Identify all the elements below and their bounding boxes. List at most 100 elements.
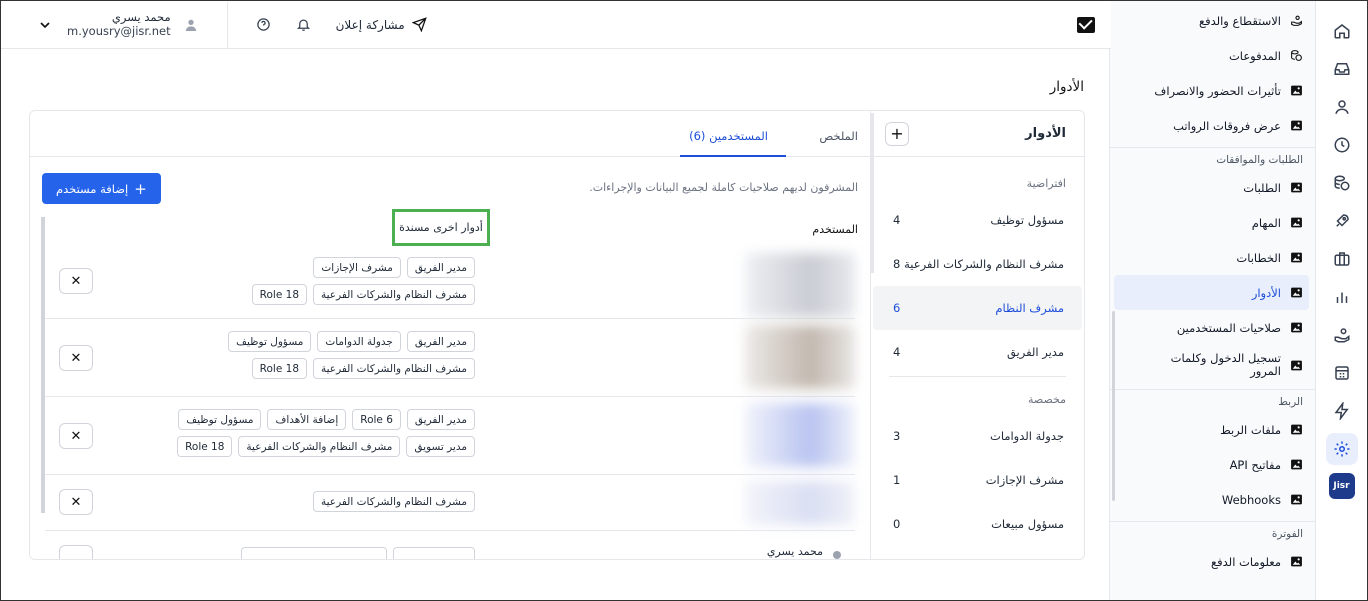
role-item-selected[interactable]: مشرف النظام 6 (873, 286, 1082, 330)
user-name: محمد يسري (766, 545, 823, 558)
user-info: محمد يسري m.yousry@jisr.net (67, 10, 171, 39)
app-logo-icon[interactable] (1077, 17, 1095, 33)
bell-icon[interactable] (296, 17, 312, 33)
role-tag: مشرف النظام والشركات الفرعية (313, 358, 475, 379)
add-role-button[interactable]: + (885, 121, 909, 146)
sidebar-item-api-keys[interactable]: مفاتيح API (1110, 447, 1315, 482)
role-name: مشرف النظام (995, 301, 1064, 315)
tab-summary[interactable]: الملخص (819, 129, 858, 143)
send-icon (411, 17, 427, 33)
sidebar-scrollbar[interactable] (1112, 311, 1115, 501)
briefcase-icon[interactable] (1326, 243, 1358, 275)
role-name: مسؤول توظيف (990, 213, 1064, 227)
role-tag: Role 18 (251, 284, 307, 305)
sidebar-item-roles[interactable]: الأدوار (1114, 275, 1309, 310)
hand-coins-icon[interactable] (1326, 319, 1358, 351)
role-item[interactable]: مشرف الإجازات 1 (873, 458, 1082, 502)
remove-user-button[interactable]: ✕ (59, 345, 93, 371)
lightning-icon[interactable] (1326, 395, 1358, 427)
assigned-roles: مدير الفريق مشرف الإجازات مشرف النظام وا… (155, 257, 475, 305)
assigned-roles: مشرف النظام والشركات الفرعية (155, 491, 475, 512)
sidebar-item-payroll-diffs[interactable]: عرض فروقات الرواتب (1110, 108, 1315, 143)
sidebar-item-requests[interactable]: الطلبات (1110, 170, 1315, 205)
tab-users[interactable]: المستخدمين (6) (689, 129, 768, 143)
image-icon (1289, 251, 1303, 265)
role-tag: Role 18 (251, 358, 307, 379)
role-item[interactable]: مسؤول مبيعات 0 (873, 502, 1082, 546)
role-tag: مشرف النظام والشركات الفرعية (238, 436, 401, 457)
user-icon[interactable] (1326, 91, 1358, 123)
role-item[interactable]: جدولة الدوامات 3 (873, 414, 1082, 458)
remove-user-button[interactable]: ✕ (59, 489, 93, 515)
active-tab-indicator (680, 155, 786, 157)
help-icon[interactable] (256, 17, 272, 33)
role-tag: مشرف النظام والشركات الفرعية (313, 491, 475, 512)
role-tag: مدير الفريق (406, 257, 475, 278)
hand-coins-icon (1289, 14, 1303, 28)
avatar (833, 551, 841, 559)
role-tag: مدير تسويق (406, 436, 475, 457)
role-item[interactable]: مدير الفريق 4 (873, 330, 1082, 374)
clock-icon[interactable] (1326, 129, 1358, 161)
header-divider (226, 2, 228, 48)
user-email: m.yousry@jisr.net (67, 24, 171, 38)
add-user-button[interactable]: + إضافة مستخدم (42, 173, 161, 204)
column-header-other-roles: أدوار اخرى مسندة (392, 209, 490, 246)
role-name: مسؤول مبيعات (991, 517, 1064, 531)
chevron-down-icon[interactable] (37, 17, 53, 33)
sidebar-item-label: صلاحيات المستخدمين (1176, 320, 1281, 335)
sidebar-item-tasks[interactable]: المهام (1110, 205, 1315, 240)
role-tag (393, 547, 475, 559)
inbox-icon[interactable] (1326, 53, 1358, 85)
sidebar-item-letters[interactable]: الخطابات (1110, 240, 1315, 275)
sidebar-item-payments[interactable]: المدفوعات (1110, 38, 1315, 73)
remove-user-button[interactable]: ✕ (59, 423, 93, 449)
avatar-blurred (745, 403, 855, 467)
role-name: مدير الفريق (1006, 345, 1064, 359)
coins-icon[interactable] (1326, 167, 1358, 199)
sidebar-item-payment-info[interactable]: معلومات الدفع (1110, 544, 1315, 579)
role-item[interactable]: مشرف النظام والشركات الفرعية 8 (873, 242, 1082, 286)
table-row: محمد يسري (45, 531, 855, 559)
settings-gear-icon[interactable] (1325, 433, 1358, 465)
sidebar-item-label: الخطابات (1236, 250, 1281, 265)
role-tag: إضافة الأهداف (267, 409, 347, 430)
rocket-icon[interactable] (1326, 205, 1358, 237)
sidebar-item-label: المهام (1251, 215, 1281, 230)
sidebar-item-user-permissions[interactable]: صلاحيات المستخدمين (1110, 310, 1315, 345)
role-tag: مدير الفريق (406, 331, 475, 352)
sidebar-item-label: Webhooks (1221, 492, 1281, 507)
role-count: 4 (893, 213, 901, 227)
role-tag (241, 547, 387, 559)
avatar-blurred (745, 325, 855, 389)
image-icon (1289, 119, 1303, 133)
sidebar-item-webhooks[interactable]: Webhooks (1110, 482, 1315, 517)
image-icon (1289, 84, 1303, 98)
roles-card: الأدوار + افتراضية مسؤول توظيف 4 مشرف ال… (29, 110, 1085, 560)
jisr-logo[interactable]: Jisr (1328, 473, 1355, 499)
remove-user-button[interactable] (59, 545, 93, 559)
building-icon[interactable] (1326, 357, 1358, 389)
tabs-bar: الملخص المستخدمين (6) (30, 111, 872, 157)
image-icon (1289, 458, 1303, 472)
share-announcement-button[interactable]: مشاركة إعلان (336, 17, 427, 33)
sidebar-section-billing: الفوترة (1110, 521, 1315, 544)
home-icon[interactable] (1326, 15, 1358, 47)
remove-user-button[interactable]: ✕ (59, 268, 93, 294)
role-tag: مسؤول توظيف (228, 331, 312, 352)
sidebar-item-integration-files[interactable]: ملفات الربط (1110, 412, 1315, 447)
chart-icon[interactable] (1326, 281, 1358, 313)
role-count: 1 (893, 473, 901, 487)
sidebar-item-login-passwords[interactable]: تسجيل الدخول وكلمات المرور (1110, 345, 1315, 385)
header-actions: محمد يسري m.yousry@jisr.net مشاركة إعلان (37, 1, 427, 49)
sidebar-item-deductions[interactable]: الاستقطاع والدفع (1110, 3, 1315, 38)
role-tag: مشرف النظام والشركات الفرعية (313, 284, 475, 305)
sidebar-item-label: الأدوار (1251, 285, 1281, 300)
app-root: Jisr الاستقطاع والدفع المدفوعات تأثيرات … (0, 0, 1368, 601)
role-item[interactable]: مسؤول توظيف 4 (873, 198, 1082, 242)
role-tag: Role 18 (177, 436, 233, 457)
sidebar-item-attendance-effects[interactable]: تأثيرات الحضور والانصراف (1110, 73, 1315, 108)
page-title: الأدوار (1049, 79, 1084, 95)
user-menu[interactable]: محمد يسري m.yousry@jisr.net (67, 10, 199, 39)
image-icon (1289, 181, 1303, 195)
